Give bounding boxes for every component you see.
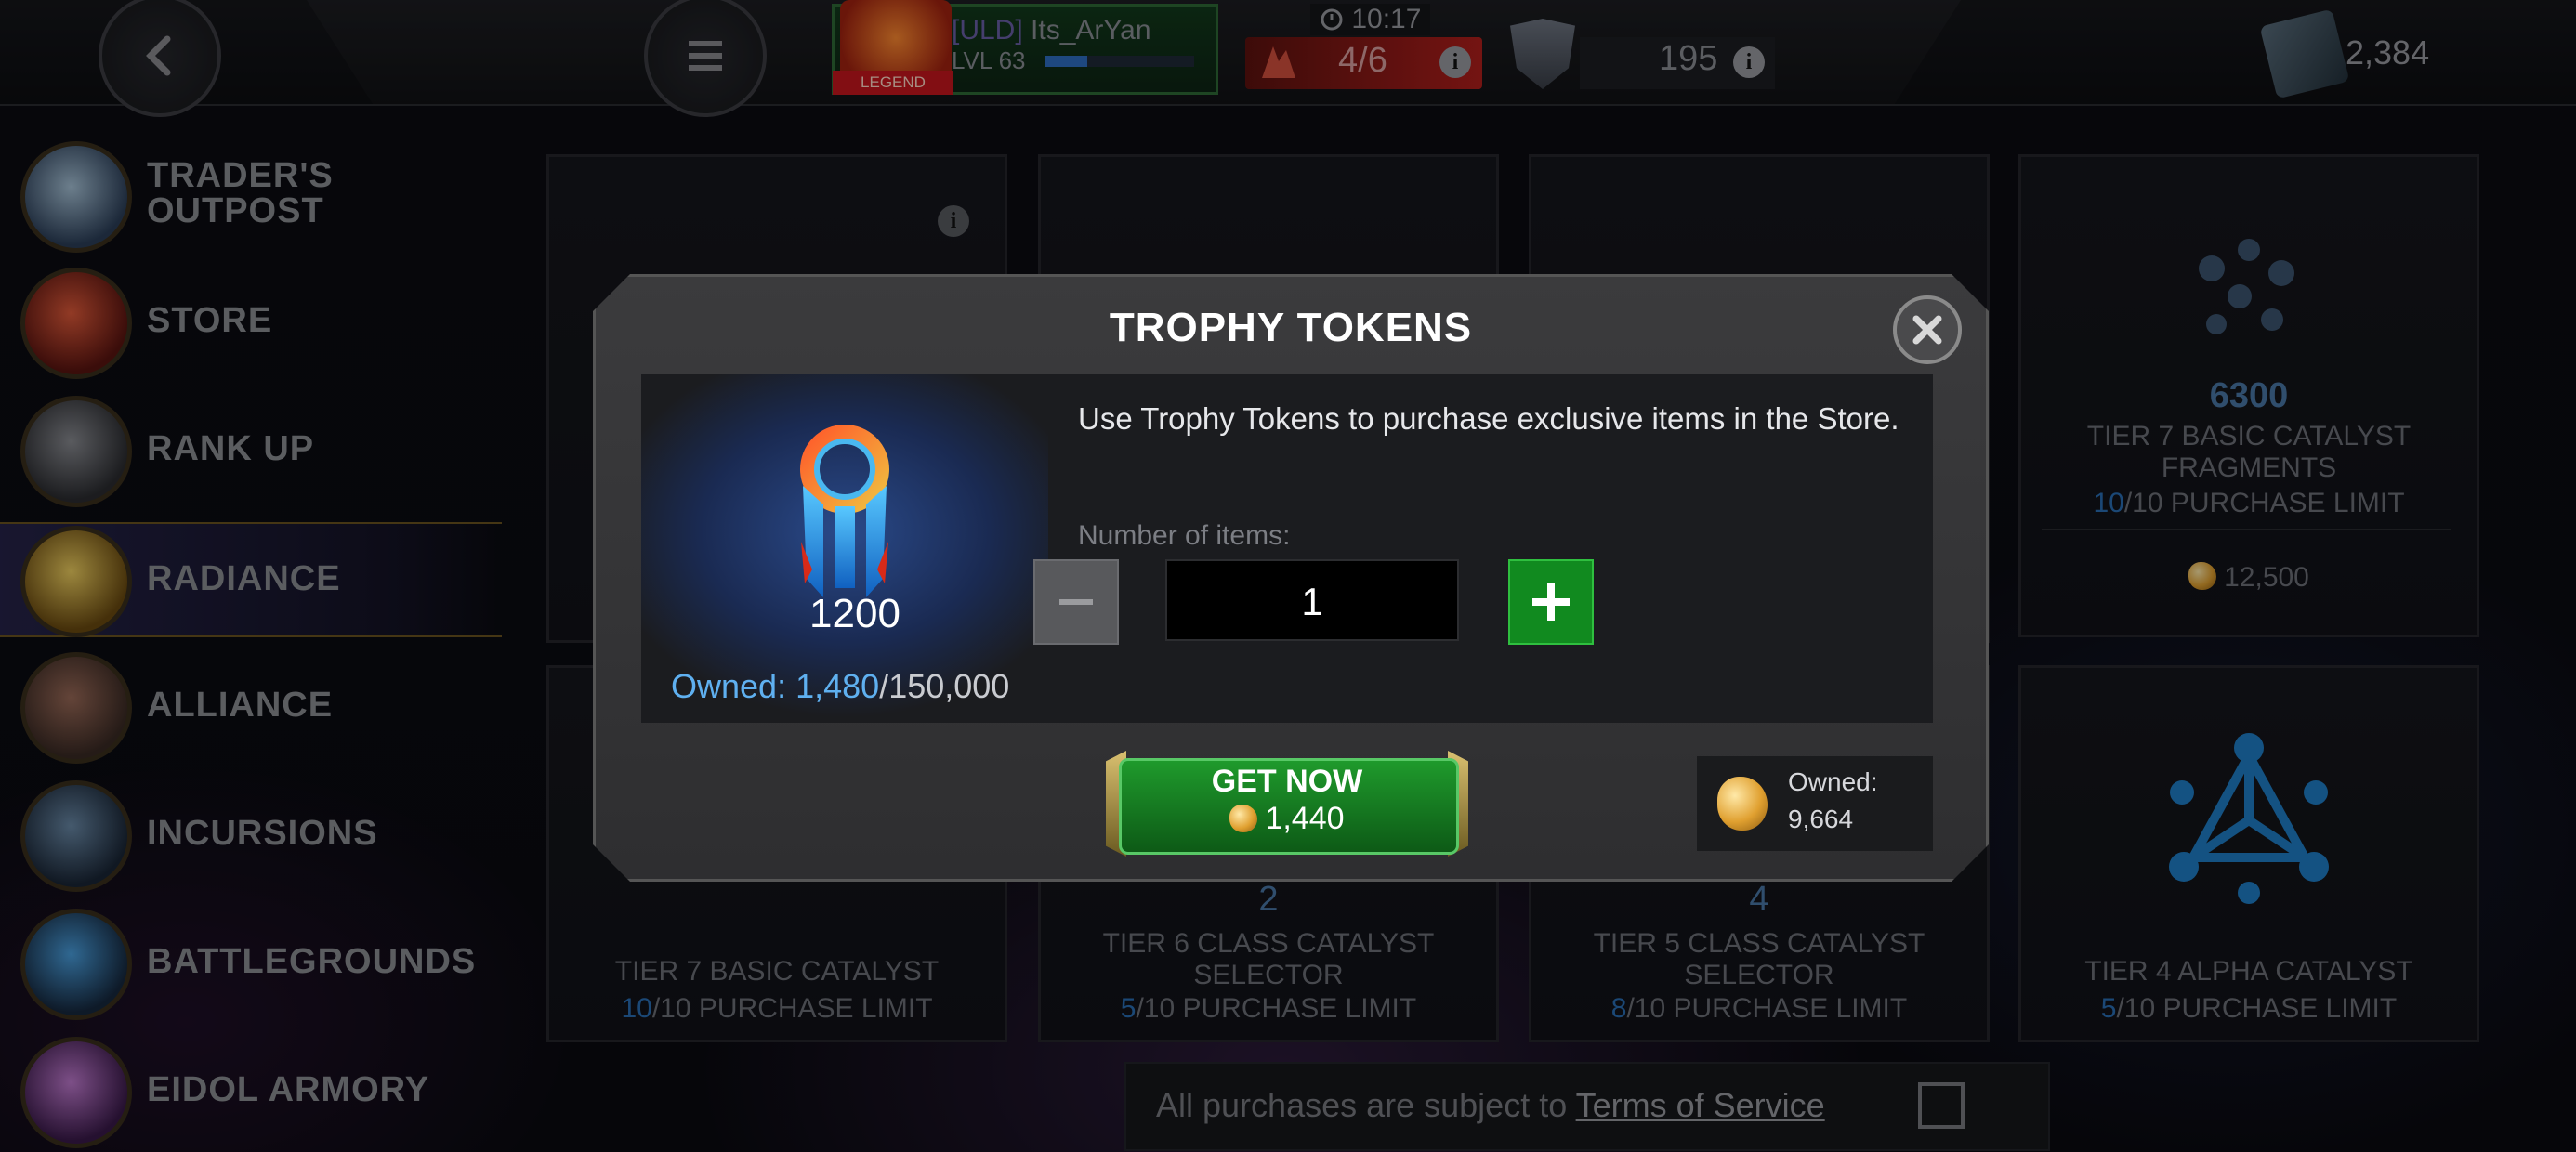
- owned-max: /150,000: [879, 667, 1010, 705]
- minus-icon: [1059, 599, 1093, 605]
- owned-value: 1,480: [795, 667, 880, 705]
- close-button[interactable]: [1893, 295, 1962, 364]
- owned-label: Owned:: [671, 667, 787, 705]
- tokens-owned: Owned: 1,480/150,000: [671, 667, 1009, 706]
- decrease-quantity-button[interactable]: [1033, 559, 1119, 645]
- plus-icon: [1532, 583, 1570, 621]
- gold-gem-icon: [1717, 777, 1768, 831]
- quantity-label: Number of items:: [1078, 520, 1291, 551]
- currency-owned-value: 9,664: [1788, 805, 1854, 833]
- currency-owned-box: Owned: 9,664: [1697, 756, 1933, 851]
- close-icon: [1912, 315, 1942, 345]
- dialog-description: Use Trophy Tokens to purchase exclusive …: [1078, 401, 1899, 436]
- dialog-title: TROPHY TOKENS: [1109, 305, 1473, 350]
- get-now-price: 1,440: [1106, 801, 1468, 837]
- trophy-token-icon: [800, 425, 889, 597]
- currency-owned-label: Owned:: [1788, 767, 1878, 796]
- get-now-price-text: 1,440: [1265, 801, 1345, 836]
- quantity-input[interactable]: 1: [1165, 559, 1459, 641]
- get-now-label: GET NOW: [1211, 764, 1363, 799]
- increase-quantity-button[interactable]: [1508, 559, 1594, 645]
- token-bundle-amount: 1200: [809, 591, 900, 636]
- gold-gem-icon: [1229, 805, 1258, 832]
- get-now-button[interactable]: GET NOW 1,440: [1106, 751, 1468, 857]
